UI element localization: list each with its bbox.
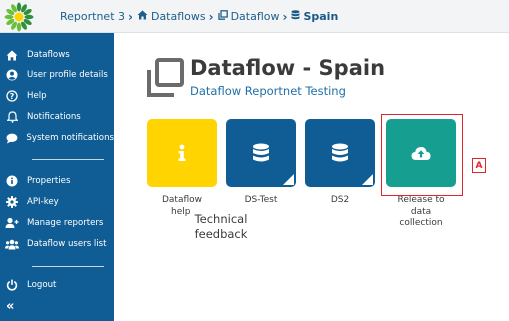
sidebar-item-notifications[interactable]: Notifications [0, 107, 114, 127]
sidebar-item-label: Manage reporters [27, 218, 104, 228]
ds-test-label: DS-Test [244, 195, 278, 205]
tile-label-line: collection [399, 218, 443, 228]
dataflow-help-tile[interactable] [147, 119, 217, 187]
breadcrumb-item-dataflows[interactable]: Dataflows [151, 10, 206, 23]
users-icon [5, 237, 19, 251]
sidebar-item-label: Notifications [27, 112, 81, 122]
breadcrumb: Reportnet 3 › Dataflows › Dataflow › Spa… [60, 0, 338, 33]
highlight-box [381, 114, 463, 196]
info-circle-icon [5, 174, 19, 188]
sidebar-item-label: User profile details [27, 70, 108, 80]
tile-label-line: data [410, 206, 432, 217]
sidebar-item-label: Properties [27, 176, 71, 186]
sidebar-divider [32, 266, 104, 267]
sidebar: Dataflows User profile details ? Help No… [0, 33, 114, 321]
feedback-label-line: feedback [194, 227, 248, 241]
page-title: Dataflow - Spain [190, 56, 386, 80]
top-bar: Reportnet 3 › Dataflows › Dataflow › Spa… [0, 0, 509, 33]
dropdown-corner-icon[interactable] [283, 174, 294, 185]
user-circle-icon [5, 68, 19, 82]
annotation-marker: A [472, 158, 486, 173]
sidebar-item-properties[interactable]: Properties [0, 171, 114, 191]
breadcrumb-item-current: Spain [303, 10, 339, 23]
question-circle-icon: ? [5, 89, 19, 103]
svg-text:?: ? [10, 92, 15, 101]
power-icon [5, 278, 19, 292]
chevron-right-icon: › [128, 9, 133, 24]
tile-label-line: Release to [397, 195, 445, 205]
sidebar-item-system-notifications[interactable]: System notifications [0, 128, 114, 148]
sidebar-item-label: Dataflow users list [27, 239, 107, 249]
database-icon [253, 143, 269, 162]
sidebar-divider [32, 159, 104, 160]
sidebar-item-label: System notifications [26, 133, 114, 143]
home-icon [137, 10, 148, 23]
sidebar-item-logout[interactable]: Logout [0, 275, 114, 295]
page-subtitle: Dataflow Reportnet Testing [190, 84, 346, 98]
sidebar-item-help[interactable]: ? Help [0, 86, 114, 106]
sidebar-item-label: Dataflows [27, 50, 70, 60]
comment-icon [5, 131, 18, 145]
info-icon [178, 144, 186, 161]
database-icon [291, 10, 300, 23]
release-label: Release to data collection [376, 195, 466, 230]
user-plus-icon [5, 216, 19, 230]
breadcrumb-item-dataflow[interactable]: Dataflow [231, 10, 280, 23]
clone-icon [217, 10, 228, 23]
home-icon [5, 48, 19, 62]
clone-icon [147, 58, 184, 97]
sidebar-collapse-button[interactable]: « [0, 296, 114, 316]
feedback-label-line: Technical [194, 212, 248, 226]
sidebar-item-api-key[interactable]: API-key [0, 192, 114, 212]
dataset-ds2-tile[interactable] [305, 119, 375, 187]
technical-feedback-label[interactable]: Technical feedback [193, 212, 249, 242]
reportnet-logo[interactable] [4, 2, 34, 32]
sidebar-item-dataflows[interactable]: Dataflows [0, 45, 114, 65]
gear-icon [5, 195, 19, 209]
sidebar-item-manage-reporters[interactable]: Manage reporters [0, 213, 114, 233]
double-chevron-left-icon: « [6, 298, 15, 314]
ds2-label: DS2 [330, 195, 350, 205]
sidebar-item-label: Help [27, 91, 47, 101]
bell-icon [5, 110, 19, 124]
database-icon [332, 143, 348, 162]
tile-label-line: Dataflow [161, 195, 203, 205]
breadcrumb-item-reportnet[interactable]: Reportnet 3 [60, 10, 125, 23]
dataset-ds-test-tile[interactable] [226, 119, 296, 187]
sidebar-item-dataflow-users[interactable]: Dataflow users list [0, 234, 114, 254]
sidebar-item-label: Logout [27, 280, 57, 290]
chevron-right-icon: › [208, 9, 214, 24]
chevron-right-icon: › [282, 9, 288, 24]
dropdown-corner-icon[interactable] [362, 174, 373, 185]
sidebar-item-user-profile[interactable]: User profile details [0, 65, 114, 85]
sidebar-item-label: API-key [27, 197, 59, 207]
